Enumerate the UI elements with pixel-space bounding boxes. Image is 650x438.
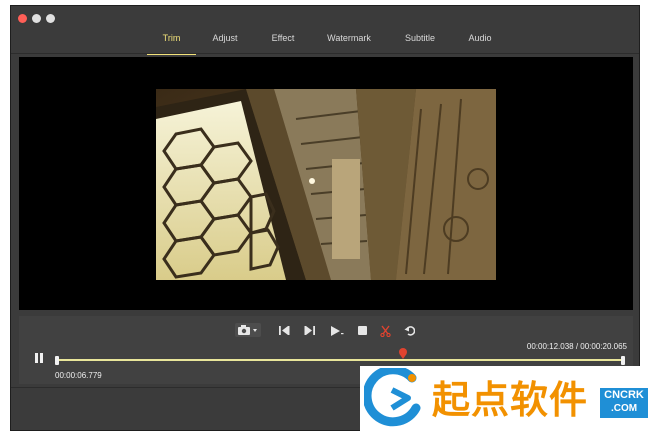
zoom-button[interactable] [46,14,55,23]
cncrk-logo-icon [364,368,421,427]
undo-icon[interactable] [403,324,416,337]
timeline-track [57,359,623,361]
segment-time-range: 00:00:12.038 / 00:00:20.065 [526,342,627,351]
cncrk-badge-bottom: .COM [610,403,638,414]
video-frame [156,89,496,280]
tab-audio[interactable]: Audio [465,30,495,54]
snapshot-camera-icon[interactable] [235,323,261,337]
cncrk-watermark-logo: 起点软件 CNCRK .COM [360,366,650,434]
tab-subtitle[interactable]: Subtitle [401,30,439,54]
video-preview [19,57,633,310]
next-frame-icon[interactable] [303,324,317,337]
playhead-marker[interactable] [398,347,408,361]
editor-tabs: Trim Adjust Effect Watermark Subtitle Au… [11,30,639,55]
tab-effect[interactable]: Effect [266,30,300,54]
trim-timeline[interactable] [55,348,625,365]
previous-frame-icon[interactable] [277,324,291,337]
tab-watermark[interactable]: Watermark [324,30,374,54]
pause-button[interactable] [33,352,45,364]
video-frame-image [156,89,496,280]
cncrk-badge: CNCRK .COM [600,388,648,418]
close-button[interactable] [18,14,27,23]
tab-trim[interactable]: Trim [147,30,196,55]
tab-divider [11,53,639,54]
cncrk-badge-top: CNCRK [604,389,644,401]
minimize-button[interactable] [32,14,41,23]
tab-adjust[interactable]: Adjust [207,30,243,54]
cut-scissors-icon[interactable] [379,324,392,337]
cncrk-logo-text: 起点软件 [432,378,589,422]
play-segment-icon[interactable] [329,324,345,337]
trim-start-handle[interactable] [55,356,59,365]
trim-end-handle[interactable] [621,356,625,365]
current-time: 00:00:06.779 [55,371,102,380]
stop-icon[interactable] [356,324,369,337]
